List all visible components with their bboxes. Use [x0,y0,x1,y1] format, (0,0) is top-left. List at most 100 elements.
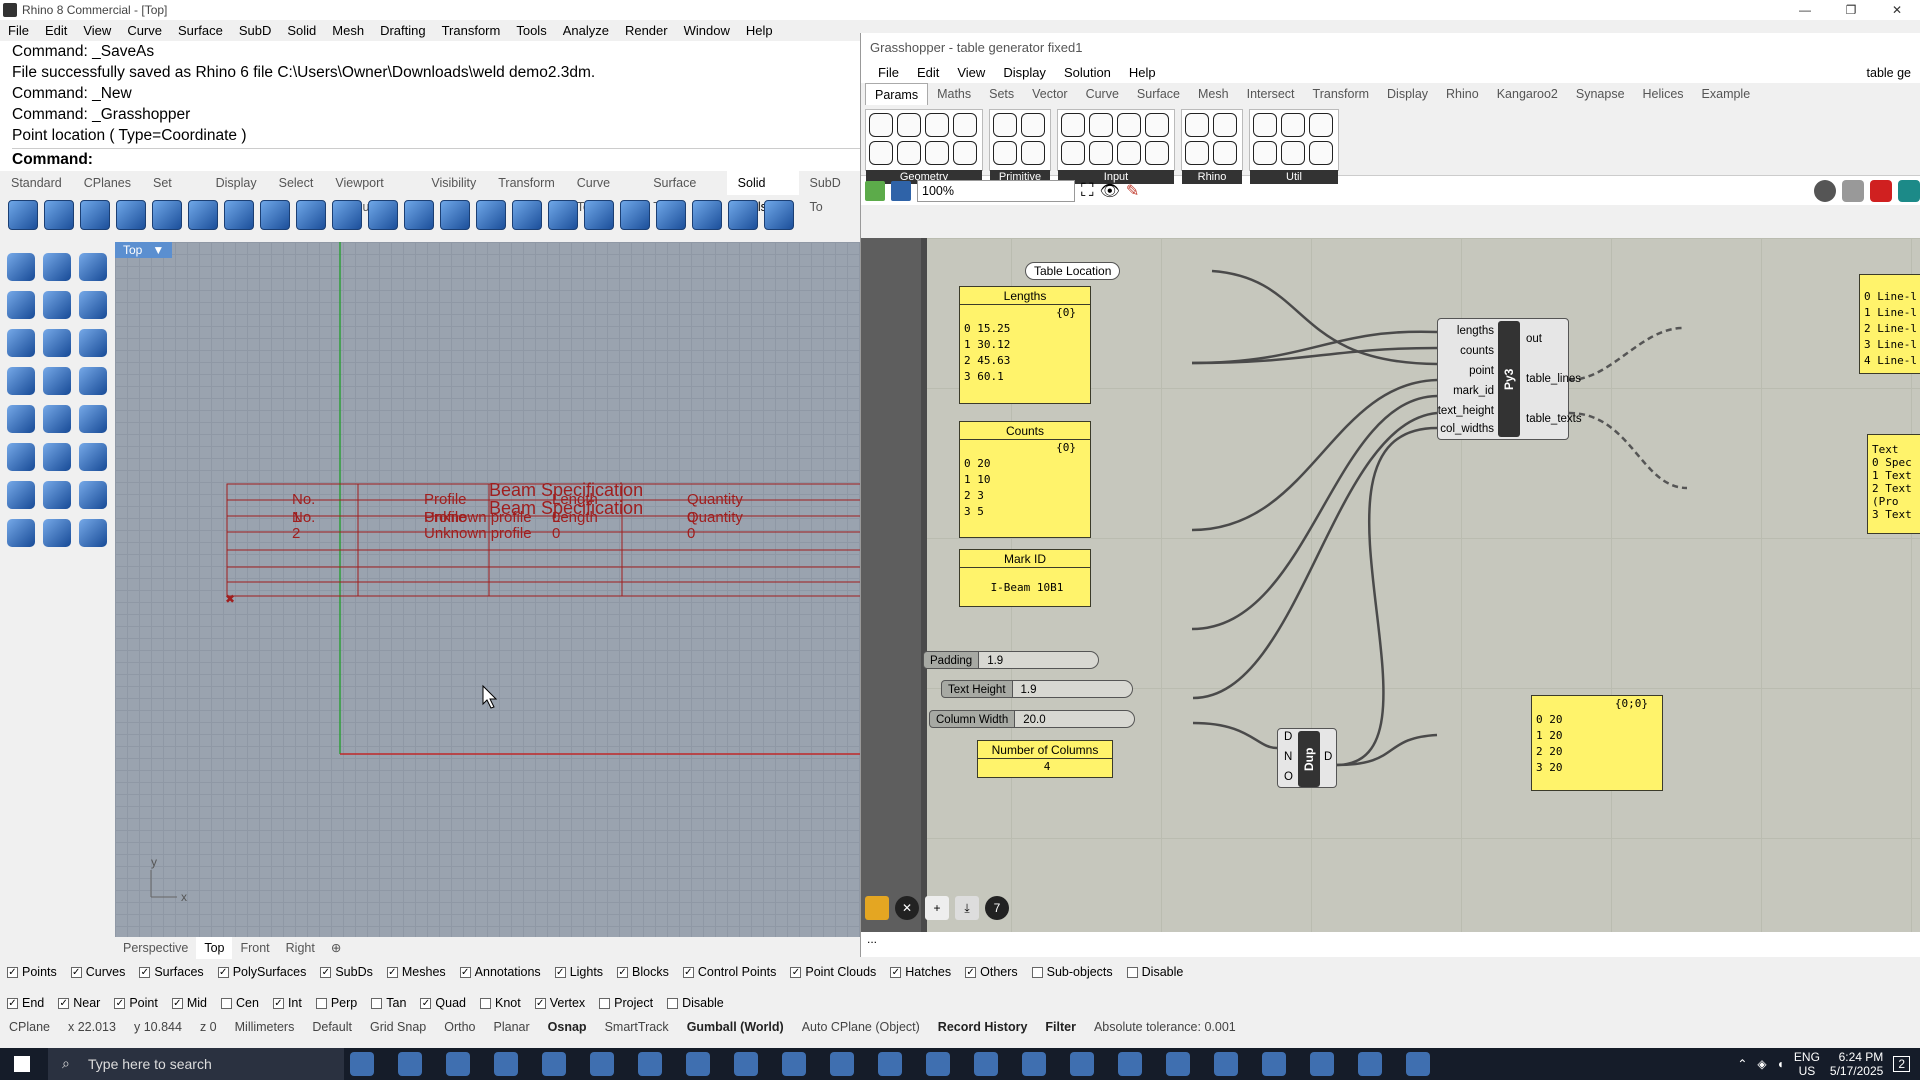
preview-eye-icon[interactable]: 👁 [1100,181,1120,201]
column-width-slider[interactable]: Column Width 20.0 [929,710,1136,728]
osnap-tan[interactable]: Tan [364,991,413,1015]
maximize-icon[interactable]: ❐ [1828,0,1874,20]
dup-output[interactable]: D [1324,751,1332,763]
checkbox[interactable]: ✓ [139,966,151,978]
tray-chevron-icon[interactable]: ⌃ [1737,1057,1747,1071]
vpn-icon[interactable] [1214,1052,1238,1076]
checkbox[interactable]: ✓ [58,997,70,1009]
task-view-icon[interactable] [350,1052,374,1076]
toggle-ortho[interactable]: Ortho [435,1015,484,1039]
menu-help[interactable]: Help [738,20,781,41]
open-file-icon[interactable] [865,180,885,201]
dup-component[interactable]: D N O Dup D [1277,728,1337,788]
language-indicator[interactable]: ENG US [1794,1050,1820,1078]
number-icon[interactable]: 7 [985,896,1009,920]
gh-tab-mesh[interactable]: Mesh [1189,83,1238,105]
volume-icon[interactable]: ◖ [1777,1057,1784,1071]
chamfer-edge-icon[interactable] [512,200,542,230]
gh-tab-helices[interactable]: Helices [1634,83,1693,105]
tab-subd-tools[interactable]: SubD To [799,171,860,214]
tab-standard[interactable]: Standard [0,171,73,195]
menu-analyze[interactable]: Analyze [555,20,617,41]
minimize-icon[interactable]: — [1782,0,1828,20]
paraboloid-icon[interactable] [43,367,71,395]
polyhedron-icon[interactable] [79,519,107,547]
clock[interactable]: 6:24 PM 5/17/2025 [1830,1050,1883,1078]
gh-component-icon[interactable] [993,141,1017,165]
zoom-select[interactable]: 100% [917,179,1075,202]
sphere-icon[interactable] [43,329,71,357]
tab-front[interactable]: Front [232,937,277,959]
shaded-preview-icon[interactable] [1870,179,1892,202]
extract-surface-icon[interactable] [368,200,398,230]
osnap-quad[interactable]: ✓ Quad [413,991,473,1015]
checkbox[interactable]: ✓ [554,966,566,978]
py3-input[interactable]: point [1469,365,1494,377]
gh-tab-maths[interactable]: Maths [928,83,980,105]
gh-menu-help[interactable]: Help [1120,63,1165,83]
split-icon[interactable] [404,200,434,230]
tab-right[interactable]: Right [278,937,323,959]
cylinder-icon[interactable] [43,443,71,471]
menu-curve[interactable]: Curve [119,20,170,41]
menu-subd[interactable]: SubD [231,20,280,41]
word-icon[interactable] [926,1052,950,1076]
table-location-param[interactable]: Table Location [1025,262,1121,280]
gh-menu-view[interactable]: View [948,63,994,83]
py3-input[interactable]: col_widths [1440,423,1494,435]
gh-component-icon[interactable] [925,113,949,137]
osnap-disable[interactable]: Disable [660,991,731,1015]
table-lines-panel[interactable]: 0 Line-l 1 Line-l 2 Line-l 3 Line-l 4 Li… [1859,274,1920,374]
wireframe-preview-icon[interactable] [1842,179,1864,202]
filter-points[interactable]: ✓ Points [0,959,64,985]
notifications-icon[interactable]: 2 [1893,1056,1910,1072]
gh-component-icon[interactable] [1213,113,1237,137]
add-icon[interactable]: + [925,896,949,920]
gh-tab-sets[interactable]: Sets [980,83,1023,105]
tab-perspective[interactable]: Perspective [115,937,196,959]
tetrahedron-icon[interactable] [79,405,107,433]
command-prompt-input[interactable]: Command: [12,148,860,170]
menu-drafting[interactable]: Drafting [372,20,434,41]
save-file-icon[interactable] [891,180,911,201]
filter-subds[interactable]: ✓ SubDs [313,959,380,985]
torus-icon[interactable] [7,367,35,395]
menu-transform[interactable]: Transform [434,20,509,41]
chrome2-icon[interactable] [1310,1052,1334,1076]
curve-icon[interactable] [43,291,71,319]
checkbox[interactable] [480,997,491,1009]
table-texts-panel[interactable]: Text 0 Spec 1 Text 2 Text (Pro 3 Text [1867,434,1920,534]
tab-curve-tools[interactable]: Curve Tools [566,171,642,214]
menu-file[interactable]: File [0,20,37,41]
checkbox[interactable]: ✓ [386,966,398,978]
gh-component-icon[interactable] [953,113,977,137]
gh-component-icon[interactable] [1253,141,1277,165]
checkbox[interactable]: ✓ [890,966,902,978]
py3-input[interactable]: counts [1460,345,1494,357]
gh-tab-intersect[interactable]: Intersect [1238,83,1304,105]
checkbox[interactable] [599,997,611,1009]
gh-menu-display[interactable]: Display [994,63,1055,83]
filter-annotations[interactable]: ✓ Annotations [453,959,548,985]
gh-component-icon[interactable] [1021,141,1045,165]
gh-component-icon[interactable] [869,113,893,137]
tube-icon[interactable] [79,443,107,471]
tab-solid-tools[interactable]: Solid Tools [726,171,799,214]
toggle-auto-cplane[interactable]: Auto CPlane (Object) [793,1015,929,1039]
gh-component-icon[interactable] [1145,113,1169,137]
delete-icon[interactable]: ✕ [895,896,919,920]
gh-component-icon[interactable] [869,141,893,165]
gh-tab-display[interactable]: Display [1378,83,1437,105]
dup-input[interactable]: N [1284,751,1292,763]
checkbox[interactable]: ✓ [272,997,284,1009]
ellipsoid-icon[interactable] [79,329,107,357]
gh-component-icon[interactable] [925,141,949,165]
gh-tab-surface[interactable]: Surface [1128,83,1189,105]
offset-icon[interactable] [620,200,650,230]
boolean-intersection-icon[interactable] [116,200,146,230]
filter-sub-objects[interactable]: Sub-objects [1025,959,1120,985]
gh-component-icon[interactable] [1281,141,1305,165]
tab-select[interactable]: Select [268,171,325,195]
checkbox[interactable]: ✓ [7,966,18,978]
filter-meshes[interactable]: ✓ Meshes [380,959,453,985]
